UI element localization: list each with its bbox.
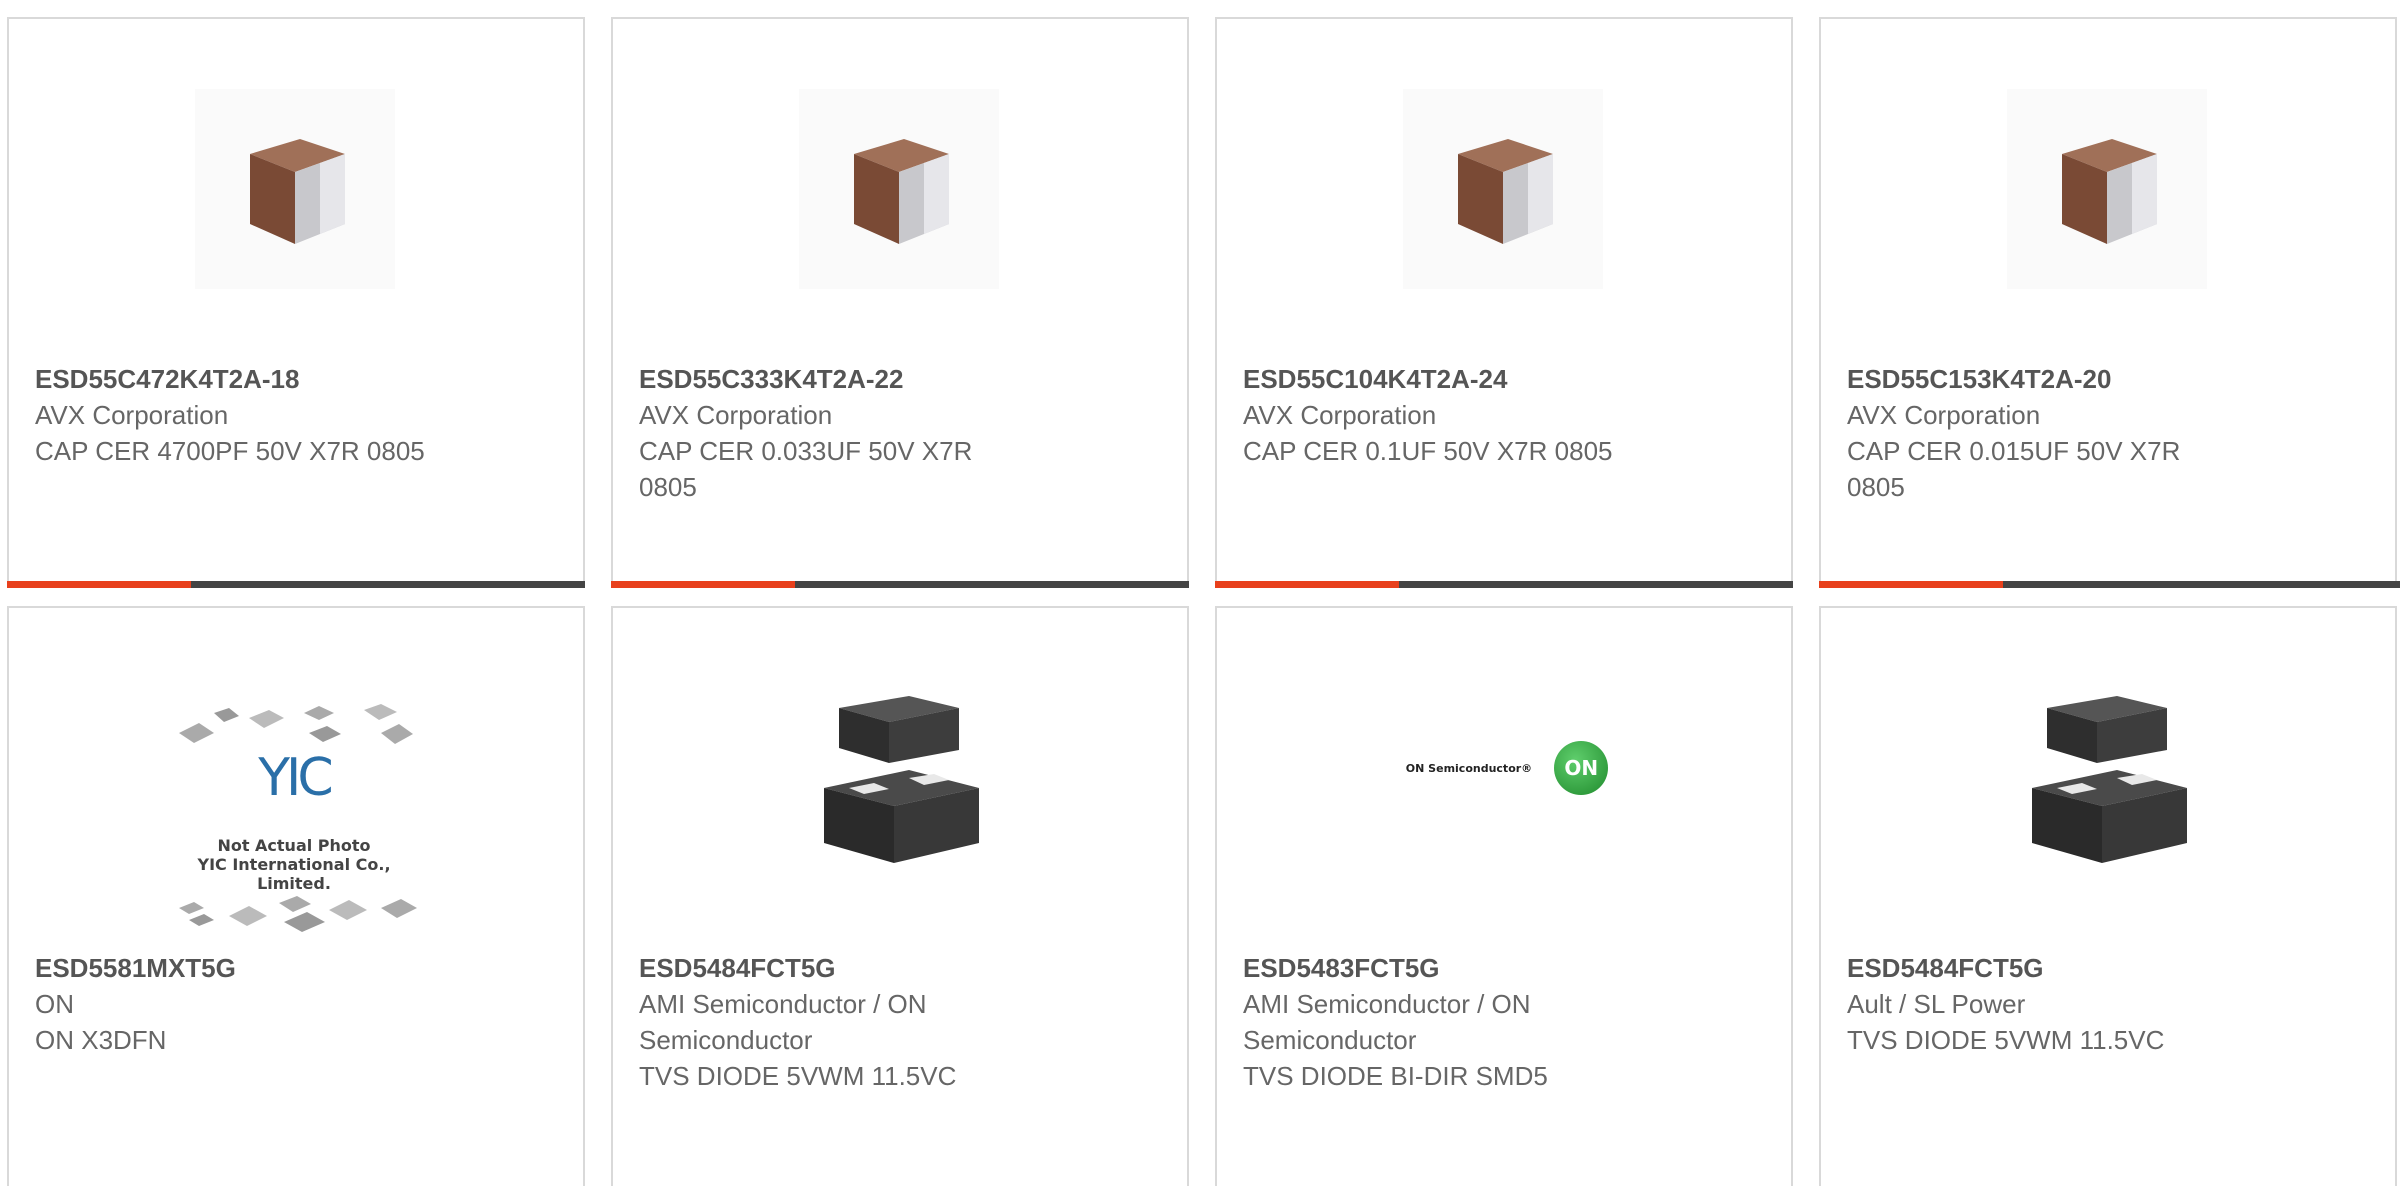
manufacturer: ON: [35, 989, 74, 1019]
component-icons-bottom: [179, 896, 417, 932]
bar-accent: [1215, 581, 1399, 588]
card-bottom-bar: [7, 581, 585, 588]
product-info: ESD5484FCT5G AMI Semiconductor / ON Semi…: [639, 950, 1069, 1094]
description: ON X3DFN: [35, 1025, 167, 1055]
on-logo-text: ON Semiconductor®: [1405, 761, 1533, 775]
product-card[interactable]: ESD55C104K4T2A-24 AVX Corporation CAP CE…: [1215, 17, 1793, 588]
description: CAP CER 0.033UF 50V X7R 0805: [639, 436, 973, 502]
part-number[interactable]: ESD55C333K4T2A-22: [639, 361, 1069, 397]
product-info: ESD5484FCT5G Ault / SL Power TVS DIODE 5…: [1847, 950, 2277, 1058]
on-logo-badge: ON: [1554, 741, 1609, 795]
part-number[interactable]: ESD5484FCT5G: [639, 950, 1069, 986]
part-number[interactable]: ESD5484FCT5G: [1847, 950, 2277, 986]
description: CAP CER 4700PF 50V X7R 0805: [35, 436, 425, 466]
part-number[interactable]: ESD5483FCT5G: [1243, 950, 1673, 986]
capacitor-chip-image[interactable]: [1403, 89, 1603, 289]
manufacturer: AVX Corporation: [639, 400, 833, 430]
product-card[interactable]: ESD55C153K4T2A-20 AVX Corporation CAP CE…: [1819, 17, 2400, 588]
description: TVS DIODE 5VWM 11.5VC: [1847, 1025, 2165, 1055]
yic-logo: YIC: [258, 748, 333, 808]
part-number[interactable]: ESD55C153K4T2A-20: [1847, 361, 2277, 397]
product-info: ESD55C104K4T2A-24 AVX Corporation CAP CE…: [1243, 361, 1673, 469]
product-info: ESD5581MXT5G ON ON X3DFN: [35, 950, 465, 1058]
diode-package-image[interactable]: [799, 683, 999, 883]
placeholder-caption: Not Actual Photo: [217, 836, 371, 855]
description: CAP CER 0.015UF 50V X7R 0805: [1847, 436, 2181, 502]
on-semiconductor-logo[interactable]: ON Semiconductor® ON: [1397, 738, 1617, 798]
not-actual-photo-placeholder[interactable]: YIC Not Actual Photo YIC International C…: [159, 698, 429, 938]
part-number[interactable]: ESD55C104K4T2A-24: [1243, 361, 1673, 397]
diode-package-image[interactable]: [2007, 683, 2207, 883]
description: TVS DIODE BI-DIR SMD5: [1243, 1061, 1548, 1091]
capacitor-chip-image[interactable]: [195, 89, 395, 289]
product-grid: ESD55C472K4T2A-18 AVX Corporation CAP CE…: [0, 0, 2400, 1186]
product-card[interactable]: YIC Not Actual Photo YIC International C…: [7, 606, 585, 1186]
product-info: ESD5483FCT5G AMI Semiconductor / ON Semi…: [1243, 950, 1673, 1094]
product-card[interactable]: ESD5484FCT5G Ault / SL Power TVS DIODE 5…: [1819, 606, 2397, 1186]
product-info: ESD55C153K4T2A-20 AVX Corporation CAP CE…: [1847, 361, 2277, 505]
bar-accent: [1819, 581, 2003, 588]
product-card[interactable]: ON Semiconductor® ON ESD5483FCT5G AMI Se…: [1215, 606, 1793, 1186]
description: TVS DIODE 5VWM 11.5VC: [639, 1061, 957, 1091]
part-number[interactable]: ESD5581MXT5G: [35, 950, 465, 986]
part-number[interactable]: ESD55C472K4T2A-18: [35, 361, 465, 397]
card-bottom-bar: [1819, 581, 2400, 588]
manufacturer: AMI Semiconductor / ON Semiconductor: [639, 989, 927, 1055]
capacitor-chip-image[interactable]: [799, 89, 999, 289]
card-bottom-bar: [611, 581, 1189, 588]
product-card[interactable]: ESD5484FCT5G AMI Semiconductor / ON Semi…: [611, 606, 1189, 1186]
card-bottom-bar: [1215, 581, 1793, 588]
manufacturer: AVX Corporation: [1243, 400, 1437, 430]
product-info: ESD55C333K4T2A-22 AVX Corporation CAP CE…: [639, 361, 1069, 505]
manufacturer: AMI Semiconductor / ON Semiconductor: [1243, 989, 1531, 1055]
capacitor-chip-image[interactable]: [2007, 89, 2207, 289]
manufacturer: Ault / SL Power: [1847, 989, 2026, 1019]
product-info: ESD55C472K4T2A-18 AVX Corporation CAP CE…: [35, 361, 465, 469]
product-card[interactable]: ESD55C472K4T2A-18 AVX Corporation CAP CE…: [7, 17, 585, 588]
description: CAP CER 0.1UF 50V X7R 0805: [1243, 436, 1613, 466]
bar-accent: [7, 581, 191, 588]
manufacturer: AVX Corporation: [35, 400, 229, 430]
bar-accent: [611, 581, 795, 588]
product-card[interactable]: ESD55C333K4T2A-22 AVX Corporation CAP CE…: [611, 17, 1189, 588]
manufacturer: AVX Corporation: [1847, 400, 2041, 430]
